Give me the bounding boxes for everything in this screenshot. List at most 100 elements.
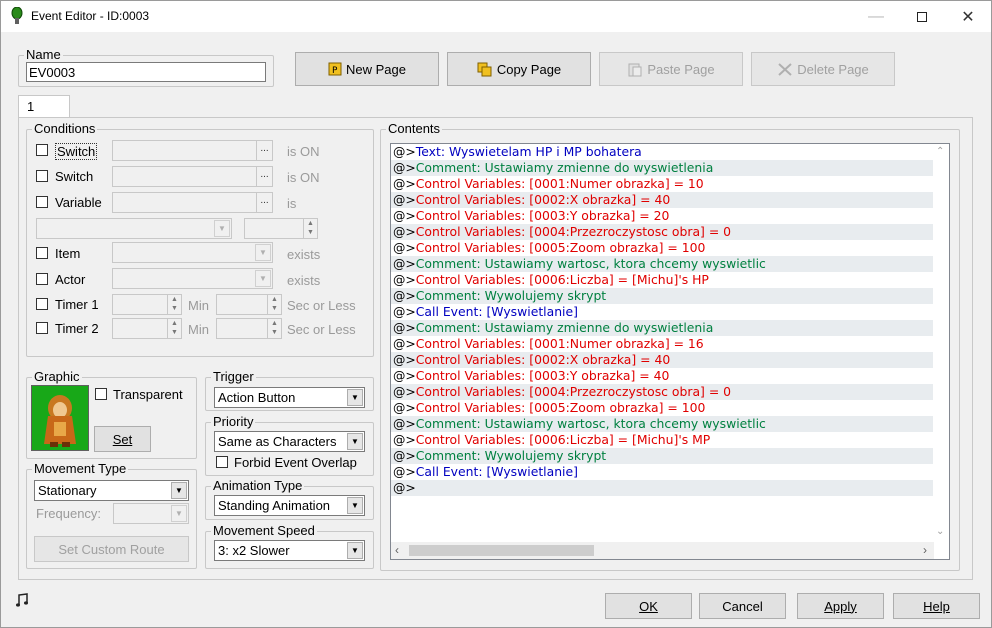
- close-button[interactable]: ✕: [945, 1, 991, 32]
- graphic-set-label: Set: [112, 431, 133, 447]
- event-command-row[interactable]: @>Control Variables: [0004:Przezroczysto…: [391, 384, 934, 400]
- animation-type-select[interactable]: Standing Animation ▼: [214, 495, 365, 516]
- event-command-row[interactable]: @>: [391, 480, 934, 496]
- cancel-button[interactable]: Cancel: [699, 593, 786, 619]
- timer2-sec-field[interactable]: ▲ ▼: [216, 318, 282, 339]
- music-note-icon[interactable]: [15, 593, 29, 607]
- event-command-text: Call Event: [Wyswietlanie]: [415, 464, 578, 479]
- switch2-browse-button[interactable]: ...: [256, 167, 272, 186]
- vertical-scrollbar[interactable]: ⌃ ⌄: [933, 144, 949, 543]
- event-command-row[interactable]: @>Control Variables: [0003:Y obrazka] = …: [391, 208, 934, 224]
- event-command-row[interactable]: @>Text: Wyswietelam HP i MP bohatera: [391, 144, 934, 160]
- variable-browse-button[interactable]: ...: [256, 193, 272, 212]
- name-label: Name: [24, 47, 63, 62]
- horizontal-scrollbar[interactable]: ‹ ›: [391, 542, 934, 559]
- name-input[interactable]: [26, 62, 266, 82]
- chevron-down-icon: ▼: [347, 433, 363, 450]
- event-command-row[interactable]: @>Control Variables: [0002:X obrazka] = …: [391, 192, 934, 208]
- help-button[interactable]: Help: [893, 593, 980, 619]
- movement-type-value: Stationary: [38, 483, 97, 498]
- actor-select[interactable]: ▼: [112, 268, 273, 289]
- spinner-icon[interactable]: ▲ ▼: [167, 319, 181, 338]
- movement-speed-select[interactable]: 3: x2 Slower ▼: [214, 540, 365, 561]
- variable-operator-select[interactable]: ▼: [36, 218, 232, 239]
- event-command-prefix: @>: [393, 416, 416, 431]
- copy-page-button[interactable]: Copy Page: [447, 52, 591, 86]
- event-command-prefix: @>: [393, 240, 416, 255]
- event-command-prefix: @>: [393, 256, 416, 271]
- delete-page-button[interactable]: Delete Page: [751, 52, 895, 86]
- event-command-row[interactable]: @>Control Variables: [0004:Przezroczysto…: [391, 224, 934, 240]
- variable-value-field[interactable]: ▲ ▼: [244, 218, 318, 239]
- trigger-select[interactable]: Action Button ▼: [214, 387, 365, 408]
- event-command-row[interactable]: @>Control Variables: [0001:Numer obrazka…: [391, 176, 934, 192]
- event-command-row[interactable]: @>Control Variables: [0005:Zoom obrazka]…: [391, 400, 934, 416]
- priority-label: Priority: [211, 414, 256, 429]
- character-sprite[interactable]: [31, 385, 89, 451]
- apply-button[interactable]: Apply: [797, 593, 884, 619]
- timer2-min-field[interactable]: ▲ ▼: [112, 318, 182, 339]
- scroll-up-icon[interactable]: ⌃: [936, 146, 944, 157]
- forbid-overlap-checkbox[interactable]: [216, 456, 228, 468]
- movement-type-label: Movement Type: [32, 461, 129, 476]
- event-command-row[interactable]: @>Call Event: [Wyswietlanie]: [391, 304, 934, 320]
- timer2-checkbox[interactable]: [36, 322, 48, 334]
- event-command-row[interactable]: @>Control Variables: [0001:Numer obrazka…: [391, 336, 934, 352]
- event-command-row[interactable]: @>Control Variables: [0006:Liczba] = [Mi…: [391, 272, 934, 288]
- event-command-row[interactable]: @>Comment: Wywolujemy skrypt: [391, 448, 934, 464]
- event-command-row[interactable]: @>Comment: Ustawiamy wartosc, ktora chce…: [391, 416, 934, 432]
- item-checkbox[interactable]: [36, 247, 48, 259]
- switch1-field[interactable]: ...: [112, 140, 273, 161]
- contents-label: Contents: [386, 121, 443, 136]
- transparent-checkbox[interactable]: [95, 388, 107, 400]
- event-command-row[interactable]: @>Comment: Ustawiamy zmienne do wyswietl…: [391, 320, 934, 336]
- event-command-row[interactable]: @>Control Variables: [0005:Zoom obrazka]…: [391, 240, 934, 256]
- priority-select[interactable]: Same as Characters ▼: [214, 431, 365, 452]
- horizontal-scroll-thumb[interactable]: [409, 545, 594, 556]
- timer1-checkbox[interactable]: [36, 298, 48, 310]
- switch2-field[interactable]: ...: [112, 166, 273, 187]
- event-command-row[interactable]: @>Call Event: [Wyswietlanie]: [391, 464, 934, 480]
- event-commands-list[interactable]: @>Text: Wyswietelam HP i MP bohatera @>Co…: [390, 143, 950, 560]
- paste-page-button[interactable]: Paste Page: [599, 52, 743, 86]
- spinner-icon[interactable]: ▲ ▼: [167, 295, 181, 314]
- event-command-row[interactable]: @>Comment: Ustawiamy wartosc, ktora chce…: [391, 256, 934, 272]
- switch1-browse-button[interactable]: ...: [256, 141, 272, 160]
- movement-speed-label: Movement Speed: [211, 523, 317, 538]
- tab-page-1[interactable]: 1: [18, 95, 70, 118]
- actor-checkbox[interactable]: [36, 273, 48, 285]
- spinner-icon[interactable]: ▲ ▼: [267, 319, 281, 338]
- switch2-checkbox[interactable]: [36, 170, 48, 182]
- switch1-checkbox[interactable]: [36, 144, 48, 156]
- minimize-button[interactable]: —: [853, 1, 899, 32]
- variable-field[interactable]: ...: [112, 192, 273, 213]
- scroll-down-icon[interactable]: ⌄: [936, 526, 944, 537]
- graphic-set-button[interactable]: Set: [94, 426, 151, 452]
- set-custom-route-button[interactable]: Set Custom Route: [34, 536, 189, 562]
- graphic-label: Graphic: [32, 369, 82, 384]
- item-select[interactable]: ▼: [112, 242, 273, 263]
- event-command-row[interactable]: @>Control Variables: [0003:Y obrazka] = …: [391, 368, 934, 384]
- event-command-text: Call Event: [Wyswietlanie]: [415, 304, 578, 319]
- event-command-row[interactable]: @>Control Variables: [0006:Liczba] = [Mi…: [391, 432, 934, 448]
- timer1-min-field[interactable]: ▲ ▼: [112, 294, 182, 315]
- maximize-button[interactable]: [899, 1, 945, 32]
- new-page-button[interactable]: P New Page: [295, 52, 439, 86]
- ok-button[interactable]: OK: [605, 593, 692, 619]
- event-command-row[interactable]: @>Comment: Ustawiamy zmienne do wyswietl…: [391, 160, 934, 176]
- spinner-icon[interactable]: ▲ ▼: [303, 219, 317, 238]
- variable-checkbox[interactable]: [36, 196, 48, 208]
- spinner-icon[interactable]: ▲ ▼: [267, 295, 281, 314]
- event-command-prefix: @>: [393, 384, 416, 399]
- event-command-row[interactable]: @>Comment: Wywolujemy skrypt: [391, 288, 934, 304]
- animation-type-value: Standing Animation: [218, 498, 331, 513]
- scroll-left-icon[interactable]: ‹: [395, 543, 399, 557]
- actor-suffix: exists: [287, 273, 321, 288]
- movement-type-select[interactable]: Stationary ▼: [34, 480, 189, 501]
- timer1-sec-field[interactable]: ▲ ▼: [216, 294, 282, 315]
- event-command-text: Control Variables: [0003:Y obrazka] = 20: [415, 208, 670, 223]
- scroll-right-icon[interactable]: ›: [923, 543, 927, 557]
- frequency-select[interactable]: ▼: [113, 503, 189, 524]
- event-command-row[interactable]: @>Control Variables: [0002:X obrazka] = …: [391, 352, 934, 368]
- conditions-label: Conditions: [32, 121, 98, 136]
